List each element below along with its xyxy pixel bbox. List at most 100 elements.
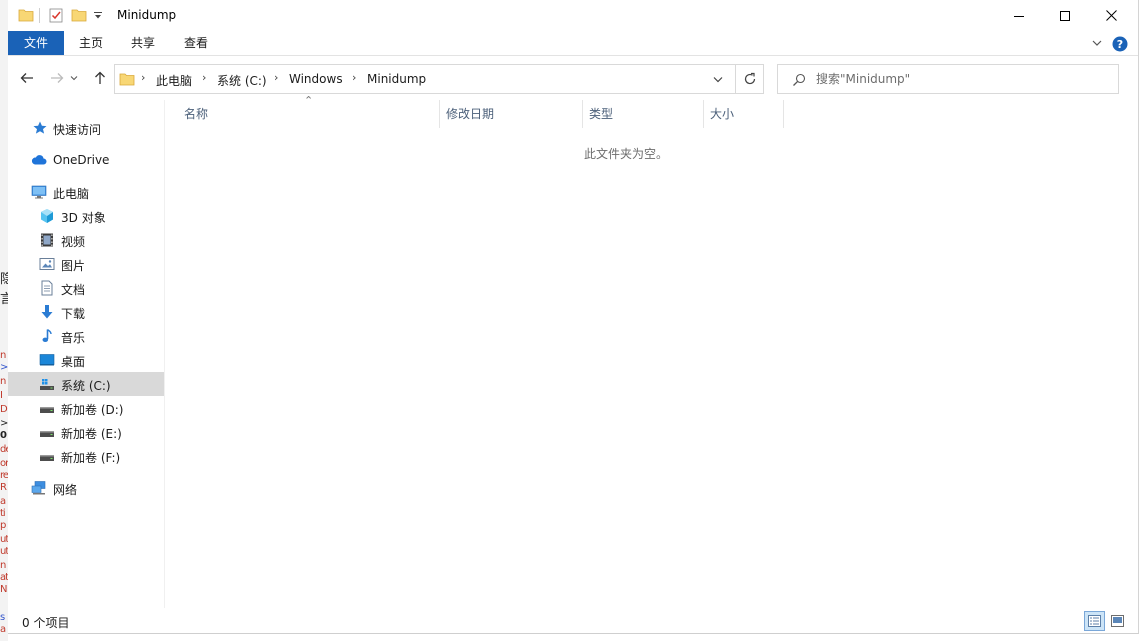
nav-item-drive-d[interactable]: 新加卷 (D:)	[8, 396, 164, 420]
large-icons-view-button[interactable]	[1107, 611, 1128, 631]
maximize-button[interactable]	[1042, 0, 1088, 31]
nav-item-music[interactable]: 音乐	[8, 324, 164, 348]
computer-icon	[31, 185, 47, 199]
status-bar: 0 个项目	[8, 608, 1138, 634]
video-icon	[41, 233, 53, 247]
cloud-icon	[31, 155, 47, 165]
document-icon	[41, 280, 53, 296]
nav-item-3d-objects[interactable]: 3D 对象	[8, 204, 164, 228]
breadcrumb-separator[interactable]: ›	[352, 71, 356, 84]
nav-item-drive-f[interactable]: 新加卷 (F:)	[8, 444, 164, 468]
properties-icon[interactable]	[48, 7, 64, 23]
nav-item-label: 下载	[61, 307, 86, 321]
refresh-button[interactable]	[735, 64, 764, 94]
breadcrumb-separator[interactable]: ›	[274, 71, 278, 84]
expand-ribbon-icon[interactable]	[1092, 39, 1102, 47]
tab-home[interactable]: 主页	[68, 31, 114, 55]
nav-item-desktop[interactable]: 桌面	[8, 348, 164, 372]
new-folder-icon[interactable]	[71, 7, 87, 23]
minimize-icon	[1014, 15, 1024, 17]
nav-item-label: 快速访问	[53, 123, 102, 137]
close-icon	[1105, 10, 1117, 21]
ribbon-tabs: 文件 主页 共享 查看 ?	[8, 31, 1138, 56]
nav-item-label: 桌面	[61, 355, 86, 369]
nav-item-label: 3D 对象	[61, 211, 106, 225]
drive-icon	[40, 455, 54, 461]
download-icon	[41, 305, 53, 319]
nav-item-label: 网络	[53, 483, 78, 497]
recent-locations-button[interactable]	[68, 67, 80, 89]
nav-item-label: 此电脑	[53, 187, 90, 201]
nav-item-drive-e[interactable]: 新加卷 (E:)	[8, 420, 164, 444]
breadcrumb-separator[interactable]: ›	[141, 71, 145, 84]
forward-button[interactable]	[46, 67, 68, 89]
drive-icon	[40, 407, 54, 413]
nav-item-documents[interactable]: 文档	[8, 276, 164, 300]
nav-item-label: 视频	[61, 235, 86, 249]
nav-item-label: 新加卷 (D:)	[61, 403, 124, 417]
nav-item-onedrive[interactable]: OneDrive	[8, 148, 164, 172]
item-count: 0 个项目	[22, 616, 70, 630]
column-header-name[interactable]: 名称	[178, 100, 440, 128]
nav-item-pictures[interactable]: 图片	[8, 252, 164, 276]
search-box[interactable]	[777, 64, 1119, 94]
customize-toolbar-icon[interactable]	[93, 10, 103, 20]
drive-icon	[40, 431, 54, 437]
up-button[interactable]	[89, 67, 111, 89]
tab-file[interactable]: 文件	[8, 31, 64, 55]
details-view-button[interactable]	[1084, 611, 1105, 631]
tab-view[interactable]: 查看	[173, 31, 219, 55]
desktop-icon	[39, 354, 55, 366]
nav-item-label: 音乐	[61, 331, 86, 345]
back-arrow-icon	[20, 73, 33, 83]
back-button[interactable]	[16, 67, 38, 89]
nav-item-label: OneDrive	[53, 153, 110, 167]
minimize-button[interactable]	[996, 0, 1042, 31]
nav-item-downloads[interactable]: 下载	[8, 300, 164, 324]
breadcrumb-separator[interactable]: ›	[202, 71, 206, 84]
picture-icon	[39, 258, 55, 270]
file-list: ⌃ 名称 修改日期 类型 大小 此文件夹为空。	[166, 94, 1136, 608]
column-header-size[interactable]: 大小	[704, 100, 784, 128]
nav-item-this-pc[interactable]: 此电脑	[8, 180, 164, 204]
system-drive-icon	[40, 379, 54, 390]
cube-icon	[41, 209, 53, 223]
up-arrow-icon	[95, 71, 105, 84]
forward-arrow-icon	[51, 73, 64, 83]
address-dropdown-icon[interactable]	[713, 76, 723, 83]
nav-item-label: 文档	[61, 283, 86, 297]
empty-folder-message: 此文件夹为空。	[583, 147, 668, 161]
search-icon	[793, 73, 806, 86]
breadcrumb-windows[interactable]: Windows	[289, 72, 343, 86]
nav-item-label: 新加卷 (E:)	[61, 427, 122, 441]
title-bar: Minidump	[8, 0, 1138, 31]
nav-item-quick-access[interactable]: 快速访问	[8, 116, 164, 140]
nav-item-videos[interactable]: 视频	[8, 228, 164, 252]
column-header-type[interactable]: 类型	[583, 100, 704, 128]
address-row: › 此电脑 › 系统 (C:) › Windows › Minidump	[8, 62, 1138, 94]
close-button[interactable]	[1088, 0, 1134, 31]
breadcrumb-this-pc[interactable]: 此电脑	[156, 72, 192, 89]
background-window-edge: 隐 言 n > n I D > 0 de or re R a ti p ut u…	[0, 0, 8, 641]
nav-item-network[interactable]: 网络	[8, 476, 164, 500]
nav-item-label: 新加卷 (F:)	[61, 451, 121, 465]
chevron-down-icon	[70, 76, 78, 81]
svg-text:?: ?	[1117, 38, 1123, 51]
breadcrumb-minidump[interactable]: Minidump	[367, 72, 426, 86]
breadcrumb-system-c[interactable]: 系统 (C:)	[217, 72, 267, 89]
search-input[interactable]	[816, 70, 1106, 88]
divider	[39, 8, 40, 23]
music-icon	[42, 328, 52, 342]
address-bar[interactable]: › 此电脑 › 系统 (C:) › Windows › Minidump	[114, 64, 737, 94]
tab-share[interactable]: 共享	[120, 31, 166, 55]
nav-item-system-c[interactable]: 系统 (C:)	[8, 372, 164, 396]
nav-item-label: 图片	[61, 259, 86, 273]
maximize-icon	[1060, 10, 1070, 21]
explorer-window: Minidump 文件 主页 共享 查看 ? › 此电脑 › 系统 (C:) ›…	[8, 0, 1139, 634]
help-icon[interactable]: ?	[1112, 36, 1128, 52]
nav-item-label: 系统 (C:)	[61, 379, 111, 393]
window-title: Minidump	[117, 8, 177, 22]
network-icon	[31, 481, 46, 495]
folder-icon	[119, 73, 135, 86]
column-header-date-modified[interactable]: 修改日期	[440, 100, 583, 128]
